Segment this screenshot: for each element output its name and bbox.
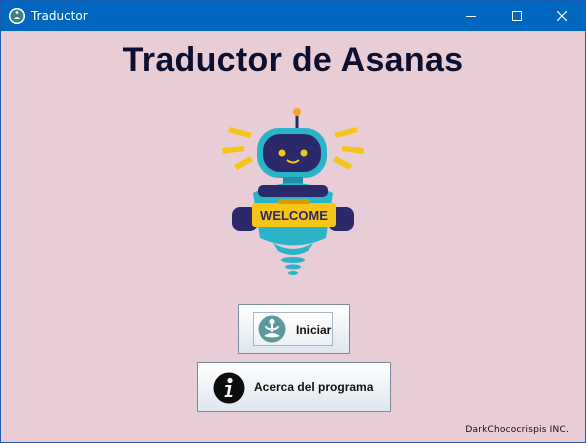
page-title: Traductor de Asanas: [122, 41, 464, 79]
window-title: Traductor: [31, 9, 88, 23]
meditation-icon: [257, 315, 287, 348]
title-bar[interactable]: Traductor: [1, 1, 585, 31]
minimize-icon: [466, 16, 476, 17]
app-window: Traductor Traductor de Asanas WELCOME In…: [0, 0, 586, 443]
about-button[interactable]: Acerca del programa: [197, 362, 391, 412]
close-button[interactable]: [539, 1, 585, 31]
start-button-label: Iniciar: [296, 323, 332, 337]
about-button-label: Acerca del programa: [254, 380, 374, 394]
credits-text: DarkChococrispis INC.: [465, 425, 569, 435]
maximize-icon: [512, 11, 522, 21]
start-button[interactable]: Iniciar: [238, 304, 350, 354]
welcome-robot-illustration: WELCOME: [222, 108, 364, 275]
start-button-inner: Iniciar: [253, 312, 333, 346]
app-logo-icon: [9, 8, 25, 24]
maximize-button[interactable]: [494, 1, 540, 31]
minimize-button[interactable]: [448, 1, 494, 31]
close-icon: [557, 11, 567, 21]
welcome-sign-text: WELCOME: [260, 208, 328, 223]
info-icon: [213, 372, 245, 409]
